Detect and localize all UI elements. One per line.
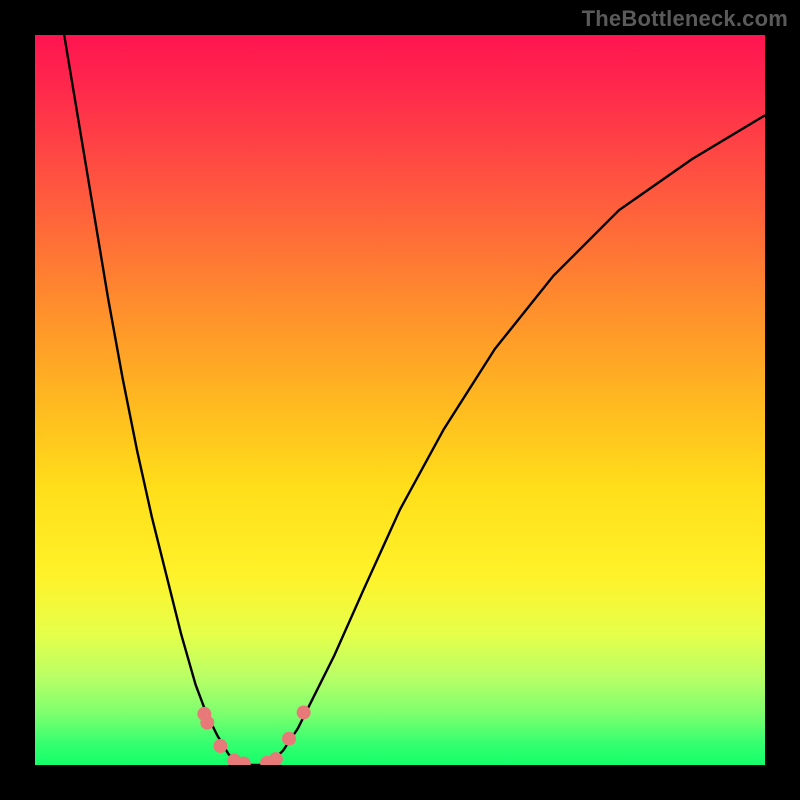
- marker-dot: [282, 732, 296, 746]
- curve-group: [64, 35, 765, 765]
- marker-dot: [200, 716, 214, 730]
- outer-frame: TheBottleneck.com: [0, 0, 800, 800]
- marker-group: [197, 705, 310, 765]
- chart-svg: [35, 35, 765, 765]
- curve-right: [269, 115, 765, 765]
- marker-dot: [213, 739, 227, 753]
- attribution-label: TheBottleneck.com: [582, 6, 788, 32]
- plot-area: [35, 35, 765, 765]
- curve-left: [64, 35, 239, 765]
- marker-dot: [297, 705, 311, 719]
